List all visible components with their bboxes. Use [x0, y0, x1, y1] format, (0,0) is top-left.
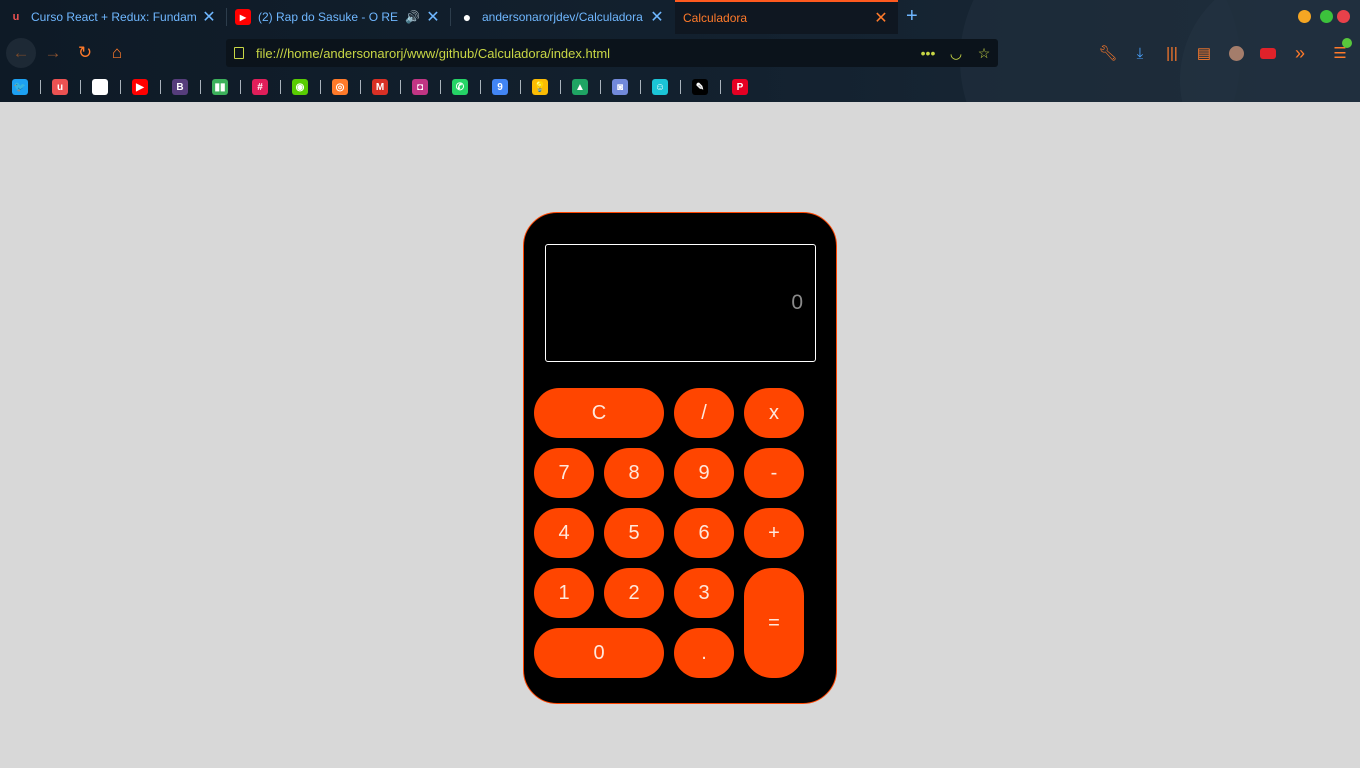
download-icon[interactable]: ⤓: [1130, 43, 1150, 63]
twitter-icon[interactable]: 🐦: [12, 79, 28, 95]
instagram-icon[interactable]: ◘: [412, 79, 428, 95]
sidebar-icon[interactable]: ▤: [1194, 43, 1214, 63]
clear-button[interactable]: C: [534, 388, 664, 438]
divide-button[interactable]: /: [674, 388, 734, 438]
home-button[interactable]: ⌂: [105, 41, 129, 65]
four-button[interactable]: 4: [534, 508, 594, 558]
youtube-icon[interactable]: ▶: [132, 79, 148, 95]
new-tab-button[interactable]: +: [906, 5, 918, 28]
browser-chrome: u Curso React + Redux: Fundam ✕ ▶ (2) Ra…: [0, 0, 1360, 102]
tab-rap-sasuke[interactable]: ▶ (2) Rap do Sasuke - O REN 🔊 ✕: [227, 0, 450, 34]
minus-button[interactable]: -: [744, 448, 804, 498]
reload-button[interactable]: ↻: [73, 41, 97, 65]
equals-button[interactable]: =: [744, 568, 804, 678]
bookmark-separator: [200, 80, 201, 94]
tab-bar: u Curso React + Redux: Fundam ✕ ▶ (2) Ra…: [0, 0, 1360, 34]
slack-icon[interactable]: #: [252, 79, 268, 95]
speaker-icon[interactable]: 🔊: [405, 10, 420, 24]
one-button[interactable]: 1: [534, 568, 594, 618]
gmail-icon[interactable]: M: [372, 79, 388, 95]
bookmark-separator: [280, 80, 281, 94]
bookmark-separator: [120, 80, 121, 94]
discord-icon[interactable]: ◙: [612, 79, 628, 95]
library-icon[interactable]: |||: [1162, 43, 1182, 63]
bookmark-separator: [80, 80, 81, 94]
calculator: 0 C / x 7 8 9 - 4 5 6 + 1 2 3 = 0 .: [523, 212, 837, 704]
address-bar[interactable]: file:///home/andersonarorj/www/github/Ca…: [226, 39, 998, 67]
calendar-icon[interactable]: 9: [492, 79, 508, 95]
tab-close-icon[interactable]: ✕: [426, 7, 440, 27]
udemy-icon: u: [12, 11, 20, 23]
nine-button[interactable]: 9: [674, 448, 734, 498]
tab-title: (2) Rap do Sasuke - O REN: [258, 10, 400, 24]
bookmark-separator: [160, 80, 161, 94]
url-text[interactable]: file:///home/andersonarorj/www/github/Ca…: [256, 46, 914, 61]
decimal-button[interactable]: .: [674, 628, 734, 678]
tab-github-calculadora[interactable]: ● andersonarorjdev/Calculadora ✕: [451, 0, 674, 34]
six-button[interactable]: 6: [674, 508, 734, 558]
drive-icon[interactable]: ▲: [572, 79, 588, 95]
page-actions-icon[interactable]: •••: [914, 45, 942, 61]
bookmark-separator: [600, 80, 601, 94]
close-window-button[interactable]: [1337, 10, 1350, 23]
wrench-icon[interactable]: 🔧︎: [1098, 43, 1118, 63]
bookmark-separator: [360, 80, 361, 94]
pinterest-icon[interactable]: P: [732, 79, 748, 95]
avatar-icon[interactable]: [1226, 43, 1246, 63]
whatsapp-icon[interactable]: ✆: [452, 79, 468, 95]
udemy-icon[interactable]: u: [52, 79, 68, 95]
bookmark-separator: [520, 80, 521, 94]
calculator-display: 0: [545, 244, 816, 362]
minimize-button[interactable]: [1298, 10, 1311, 23]
bookmark-separator: [680, 80, 681, 94]
back-button[interactable]: ←: [6, 38, 36, 68]
pocket-icon[interactable]: ◡: [942, 45, 970, 62]
three-button[interactable]: 3: [674, 568, 734, 618]
bookmark-separator: [240, 80, 241, 94]
tab-title: Calculadora: [683, 11, 748, 25]
multiply-button[interactable]: x: [744, 388, 804, 438]
page-icon: [234, 47, 244, 59]
maximize-button[interactable]: [1320, 10, 1333, 23]
update-badge-icon: [1342, 38, 1352, 48]
five-button[interactable]: 5: [604, 508, 664, 558]
github-icon[interactable]: ●: [92, 79, 108, 95]
keep-icon[interactable]: 💡: [532, 79, 548, 95]
tinder-icon[interactable]: ☺: [652, 79, 668, 95]
tab-close-icon[interactable]: ✕: [202, 7, 216, 27]
star-icon[interactable]: ☆: [970, 45, 998, 62]
bookmark-separator: [560, 80, 561, 94]
forward-button[interactable]: →: [41, 41, 65, 65]
globe-icon[interactable]: ◎: [332, 79, 348, 95]
bookmark-separator: [640, 80, 641, 94]
bookmark-separator: [400, 80, 401, 94]
tab-calculadora[interactable]: Calculadora ✕: [675, 0, 898, 34]
bookmark-separator: [480, 80, 481, 94]
duolingo-icon[interactable]: ◉: [292, 79, 308, 95]
two-button[interactable]: 2: [604, 568, 664, 618]
youtube-icon: ▶: [235, 9, 251, 25]
tab-title: Curso React + Redux: Fundam: [31, 10, 197, 24]
bookmark-separator: [40, 80, 41, 94]
bootstrap-icon[interactable]: B: [172, 79, 188, 95]
zero-button[interactable]: 0: [534, 628, 664, 678]
tab-title: andersonarorjdev/Calculadora: [482, 10, 643, 24]
bookmark-separator: [320, 80, 321, 94]
eight-button[interactable]: 8: [604, 448, 664, 498]
bookmarks-bar: 🐦 u ● ▶ B ▮▮ # ◉ ◎ M ◘ ✆ 9 💡 ▲ ◙ ☺ ✎ P: [0, 74, 1360, 100]
plus-button[interactable]: +: [744, 508, 804, 558]
tab-close-icon[interactable]: ✕: [650, 7, 664, 27]
bookmark-separator: [440, 80, 441, 94]
nav-bar: ← → ↻ ⌂ file:///home/andersonarorj/www/g…: [0, 36, 1360, 70]
bookmark-separator: [720, 80, 721, 94]
pen-icon[interactable]: ✎: [692, 79, 708, 95]
tab-close-icon[interactable]: ✕: [874, 8, 888, 28]
seven-button[interactable]: 7: [534, 448, 594, 498]
overflow-icon[interactable]: »: [1290, 43, 1310, 63]
trello-icon[interactable]: ▮▮: [212, 79, 228, 95]
github-icon: ●: [462, 9, 472, 25]
youtube-ext-icon[interactable]: [1258, 43, 1278, 63]
tab-curso-react[interactable]: u Curso React + Redux: Fundam ✕: [0, 0, 226, 34]
